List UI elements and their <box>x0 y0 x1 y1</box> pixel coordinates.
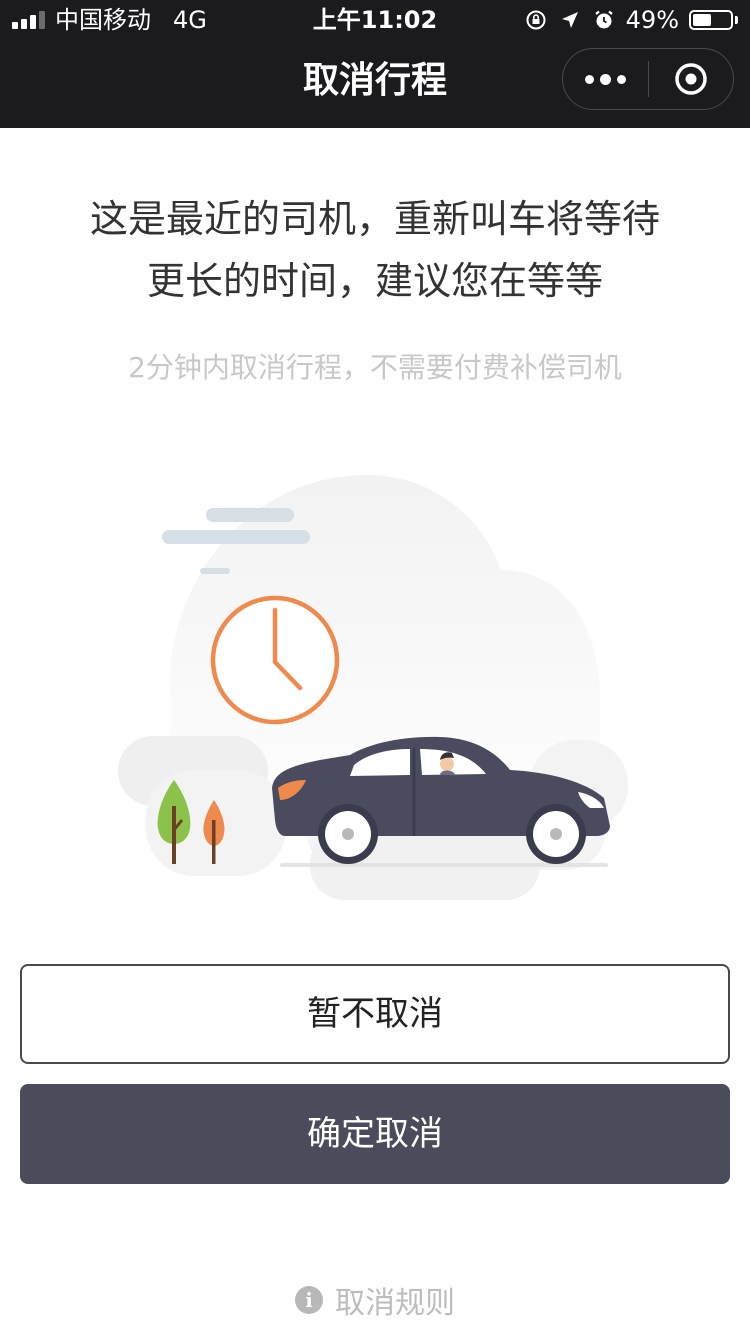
cancel-rules-label: 取消规则 <box>335 1286 455 1321</box>
keep-trip-button[interactable]: 暂不取消 <box>20 964 730 1064</box>
top-bar: 中国移动 4G 上午11:02 49% 取消行程 <box>0 0 750 128</box>
clock-car-illustration <box>110 470 640 910</box>
more-dots-icon[interactable] <box>563 49 648 109</box>
confirm-cancel-button[interactable]: 确定取消 <box>20 1084 730 1184</box>
alarm-icon <box>592 8 616 32</box>
battery-percent: 49% <box>625 6 679 34</box>
cancel-fee-note: 2分钟内取消行程，不需要付费补偿司机 <box>128 351 622 384</box>
headline: 这是最近的司机，重新叫车将等待 更长的时间，建议您在等等 <box>40 188 710 312</box>
headline-line-1: 这是最近的司机，重新叫车将等待 <box>89 197 660 241</box>
location-arrow-icon <box>558 8 582 32</box>
status-right: 49% <box>524 0 738 40</box>
target-close-icon[interactable] <box>649 49 734 109</box>
cancel-rules-link[interactable]: i 取消规则 <box>0 1276 750 1324</box>
battery-icon <box>689 10 738 30</box>
info-icon: i <box>295 1286 323 1314</box>
clock-icon <box>210 595 340 725</box>
status-bar: 中国移动 4G 上午11:02 49% <box>0 0 750 40</box>
orientation-lock-icon <box>524 8 548 32</box>
miniprogram-capsule <box>562 48 734 110</box>
headline-line-2: 更长的时间，建议您在等等 <box>146 259 603 303</box>
